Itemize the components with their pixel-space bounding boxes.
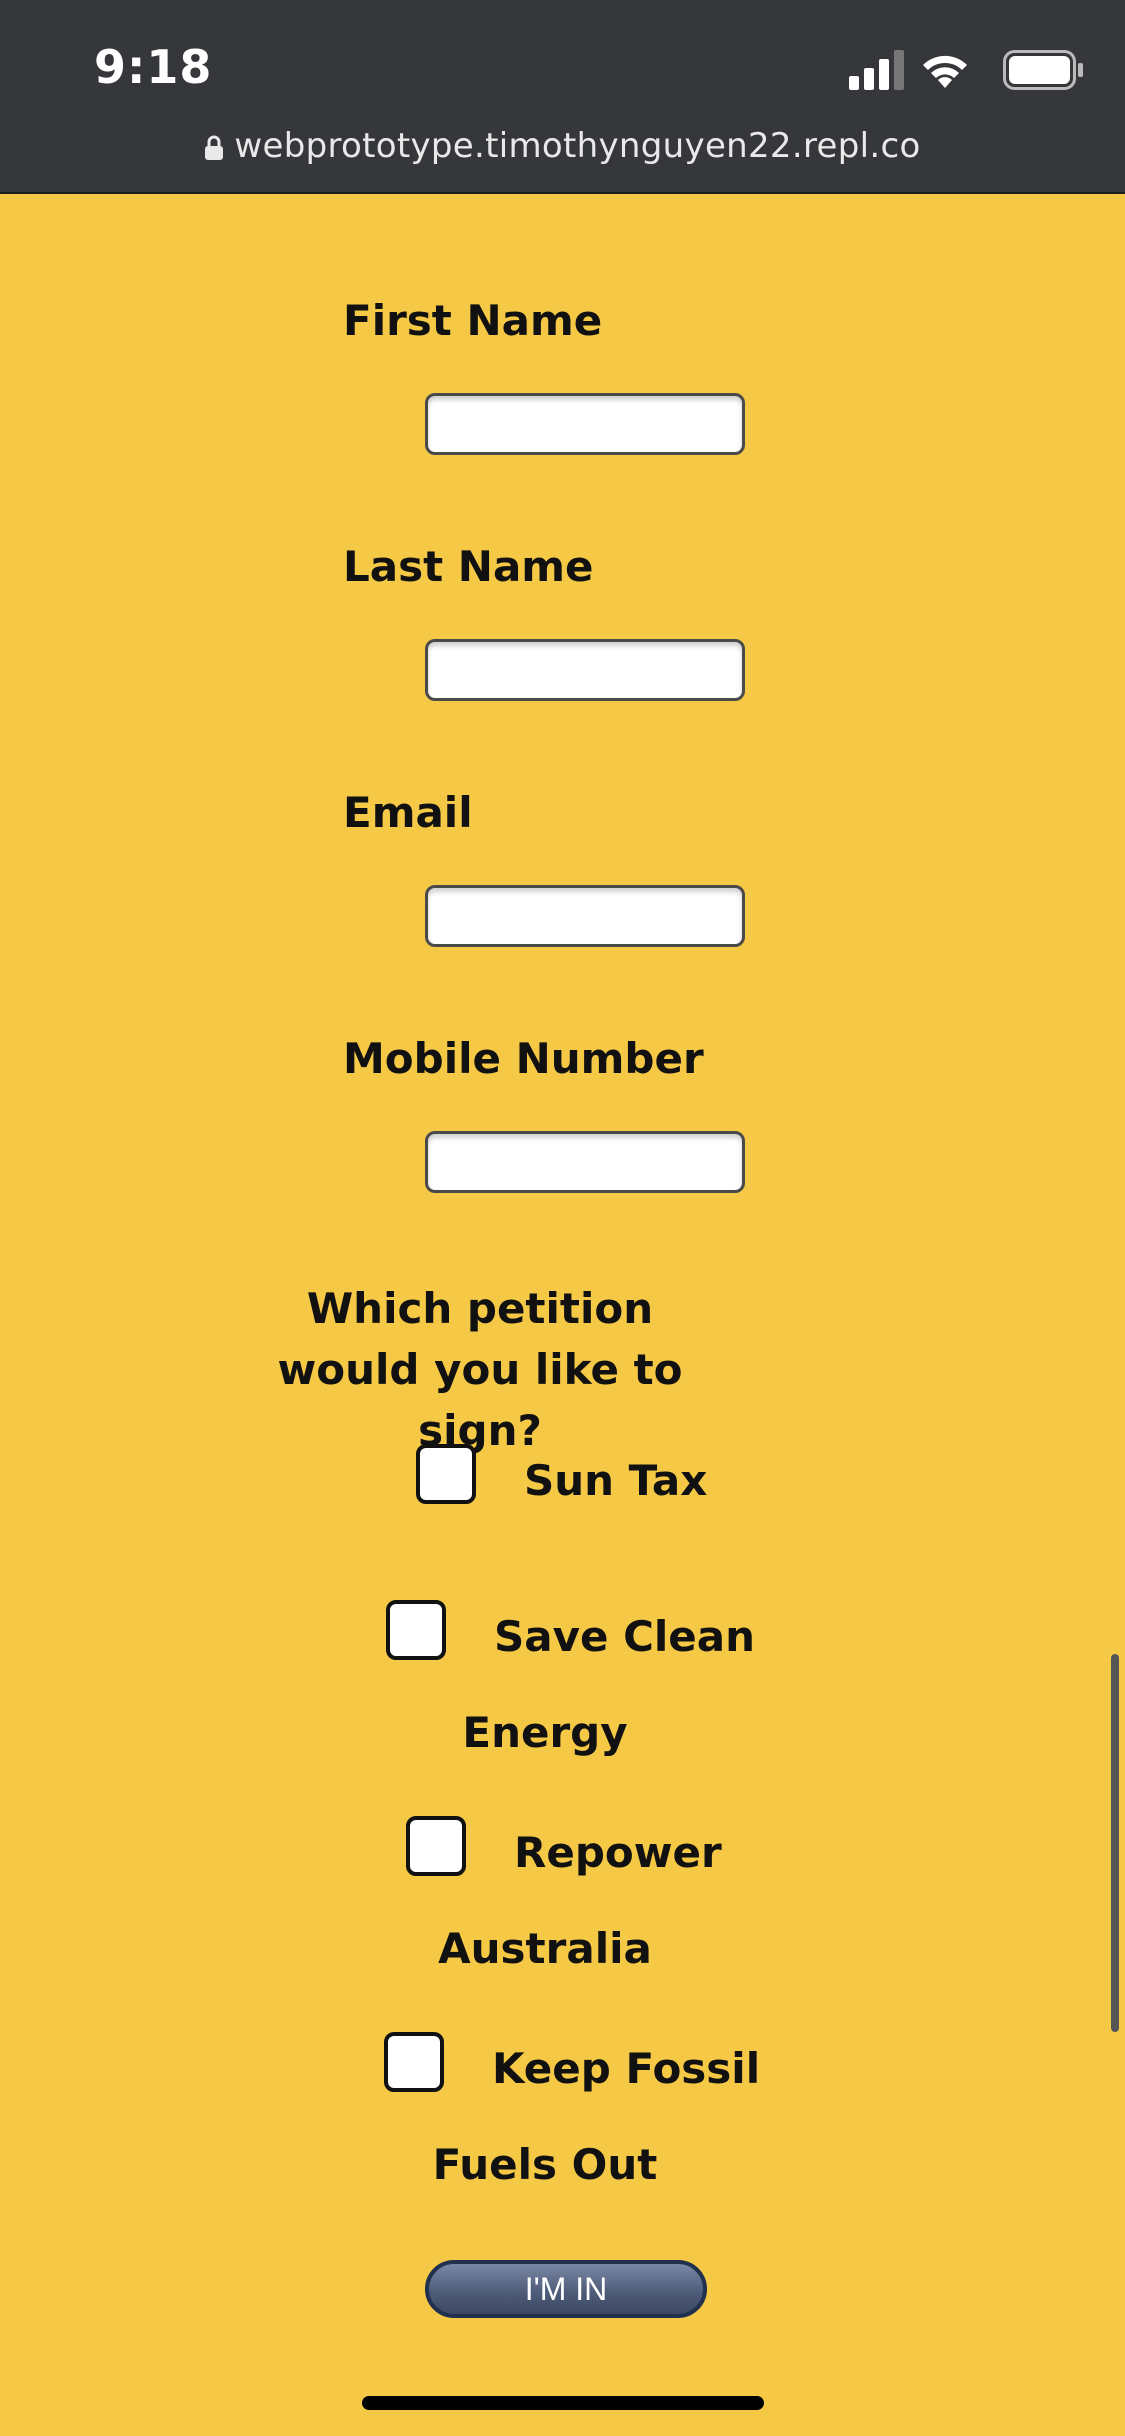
mobile-number-input[interactable] (425, 1131, 745, 1193)
option-label-repower-australia-line2: Australia (438, 1924, 652, 1973)
status-icons (825, 48, 1085, 92)
petition-form: First Name Last Name Email Mobile Number… (0, 192, 1125, 2436)
lock-icon (205, 135, 224, 160)
first-name-label: First Name (343, 296, 603, 345)
email-label: Email (343, 788, 473, 837)
question-line-2: would you like to sign? (277, 1345, 683, 1455)
status-time: 9:18 (94, 40, 213, 94)
option-label-save-clean-energy-line2: Energy (462, 1708, 628, 1757)
mobile-number-label: Mobile Number (343, 1034, 704, 1083)
question-line-1: Which petition (306, 1284, 654, 1333)
battery-icon (1003, 50, 1083, 90)
option-label-sun-tax: Sun Tax (524, 1456, 708, 1505)
wifi-icon (923, 55, 967, 88)
option-label-keep-fossil-fuels-out-line2: Fuels Out (432, 2140, 658, 2189)
checkbox-keep-fossil-fuels-out[interactable] (384, 2032, 444, 2092)
option-label-keep-fossil-fuels-out: Keep Fossil (492, 2044, 761, 2093)
first-name-input[interactable] (425, 393, 745, 455)
checkbox-sun-tax[interactable] (416, 1444, 476, 1504)
last-name-input[interactable] (425, 639, 745, 701)
option-label-save-clean-energy: Save Clean (494, 1612, 756, 1661)
last-name-label: Last Name (343, 542, 594, 591)
email-input[interactable] (425, 885, 745, 947)
submit-button[interactable]: I'M IN (425, 2260, 707, 2318)
scrollbar[interactable] (1111, 1654, 1119, 2032)
url-text: webprototype.timothynguyen22.repl.co (234, 126, 921, 166)
checkbox-repower-australia[interactable] (406, 1816, 466, 1876)
petition-question: Which petition would you like to sign? (260, 1278, 700, 1461)
home-indicator[interactable] (362, 2396, 764, 2410)
option-label-repower-australia: Repower (514, 1828, 722, 1877)
signal-icon (849, 50, 904, 90)
address-bar[interactable]: webprototype.timothynguyen22.repl.co (0, 126, 1125, 166)
checkbox-save-clean-energy[interactable] (386, 1600, 446, 1660)
status-bar: 9:18 webprototype.timothynguyen22.repl.c… (0, 0, 1125, 194)
